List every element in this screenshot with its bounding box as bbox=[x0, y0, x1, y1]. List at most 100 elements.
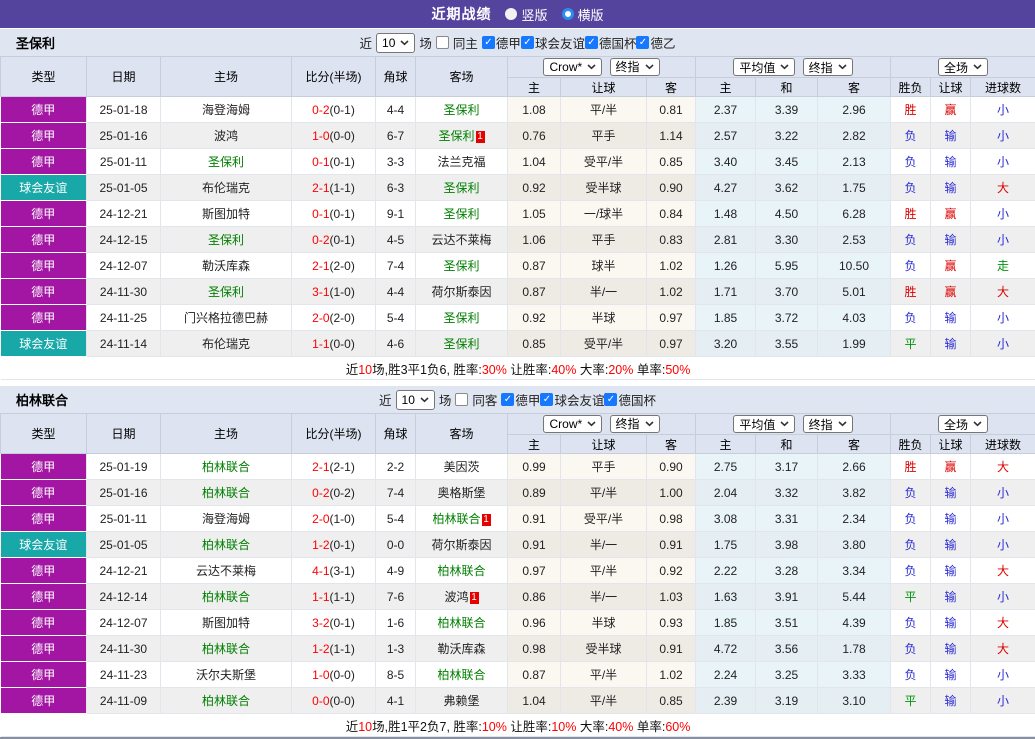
same-venue-checkbox[interactable] bbox=[455, 393, 468, 406]
radio-vertical-icon[interactable] bbox=[505, 8, 517, 20]
league-filter[interactable]: 德乙 bbox=[636, 33, 675, 52]
odds-index-select[interactable]: 终指 bbox=[610, 58, 660, 76]
league-filter[interactable]: 德甲 bbox=[501, 390, 540, 409]
match-score: 4-1(3-1) bbox=[292, 558, 376, 584]
match-score: 2-0(1-0) bbox=[292, 506, 376, 532]
col-away: 客场 bbox=[416, 414, 508, 454]
corner-score: 8-5 bbox=[376, 662, 416, 688]
league-checkbox[interactable] bbox=[604, 393, 617, 406]
result-wdl: 负 bbox=[891, 123, 931, 149]
odds-company-select[interactable]: Crow* bbox=[543, 415, 602, 433]
team-link: 柏林联合 bbox=[202, 590, 250, 604]
match-row: 德甲24-12-07勒沃库森2-1(2-0)7-4圣保利0.87球半1.021.… bbox=[1, 253, 1035, 279]
league-checkbox[interactable] bbox=[501, 393, 514, 406]
match-type-badge: 德甲 bbox=[1, 688, 87, 714]
avg-draw: 3.51 bbox=[756, 610, 818, 636]
match-type-badge: 德甲 bbox=[1, 279, 87, 305]
result-wdl: 负 bbox=[891, 480, 931, 506]
avg-draw: 3.70 bbox=[756, 279, 818, 305]
team-link: 门兴格拉德巴赫 bbox=[184, 311, 268, 325]
league-filter[interactable]: 球会友谊 bbox=[540, 390, 604, 409]
col-result-goals: 进球数 bbox=[971, 78, 1035, 97]
result-goals: 小 bbox=[971, 201, 1035, 227]
filter-bar: 圣保利 近 10 场 同主 德甲球会友谊德国杯德乙 bbox=[0, 28, 1035, 56]
match-type-badge: 球会友谊 bbox=[1, 175, 87, 201]
result-wdl: 负 bbox=[891, 253, 931, 279]
half-score: (0-0) bbox=[330, 668, 355, 682]
match-score: 0-0(0-0) bbox=[292, 688, 376, 714]
team-link: 波鸿 bbox=[444, 590, 468, 604]
odds-home: 0.87 bbox=[508, 253, 561, 279]
handicap-line: 受半球 bbox=[561, 636, 647, 662]
scope-select[interactable]: 全场 bbox=[938, 415, 988, 433]
away-team: 圣保利 bbox=[416, 97, 508, 123]
odds-index-select[interactable]: 终指 bbox=[610, 415, 660, 433]
result-handicap: 输 bbox=[931, 331, 971, 357]
avg-draw: 3.31 bbox=[756, 506, 818, 532]
match-date: 24-11-30 bbox=[87, 636, 161, 662]
avg-company-select[interactable]: 平均值 bbox=[733, 415, 795, 433]
avg-home: 3.40 bbox=[696, 149, 756, 175]
chevron-down-icon bbox=[645, 421, 654, 427]
result-wdl: 平 bbox=[891, 688, 931, 714]
league-filter[interactable]: 德国杯 bbox=[604, 390, 656, 409]
layout-option-vertical[interactable]: 竖版 bbox=[505, 5, 547, 24]
col-avg-home: 主 bbox=[696, 78, 756, 97]
full-score: 2-1 bbox=[312, 460, 329, 474]
half-score: (0-1) bbox=[330, 207, 355, 221]
avg-index-select[interactable]: 终指 bbox=[803, 415, 853, 433]
league-checkbox[interactable] bbox=[521, 36, 534, 49]
match-date: 25-01-16 bbox=[87, 480, 161, 506]
match-type-badge: 德甲 bbox=[1, 227, 87, 253]
result-wdl: 负 bbox=[891, 662, 931, 688]
handicap-line: 半/一 bbox=[561, 532, 647, 558]
chevron-down-icon bbox=[973, 64, 982, 70]
team-link: 沃尔夫斯堡 bbox=[196, 668, 256, 682]
league-filter-group: 德甲球会友谊德国杯 bbox=[501, 390, 656, 409]
full-score: 1-2 bbox=[312, 538, 329, 552]
same-venue-checkbox[interactable] bbox=[436, 36, 449, 49]
league-filter[interactable]: 球会友谊 bbox=[521, 33, 585, 52]
col-result-goals: 进球数 bbox=[971, 435, 1035, 454]
summary-stat-value: 60% bbox=[665, 720, 690, 734]
handicap-line: 平手 bbox=[561, 227, 647, 253]
odds-company-select[interactable]: Crow* bbox=[543, 58, 602, 76]
avg-away: 4.39 bbox=[818, 610, 891, 636]
result-goals: 小 bbox=[971, 305, 1035, 331]
result-handicap: 输 bbox=[931, 688, 971, 714]
corner-score: 3-3 bbox=[376, 149, 416, 175]
league-label: 德甲 bbox=[515, 390, 540, 409]
result-goals: 大 bbox=[971, 279, 1035, 305]
team-link: 荷尔斯泰因 bbox=[431, 285, 491, 299]
odds-home: 0.76 bbox=[508, 123, 561, 149]
avg-away: 2.34 bbox=[818, 506, 891, 532]
match-date: 24-12-07 bbox=[87, 610, 161, 636]
avg-home: 2.75 bbox=[696, 454, 756, 480]
league-checkbox[interactable] bbox=[636, 36, 649, 49]
odds-away: 0.85 bbox=[647, 149, 696, 175]
avg-index-select[interactable]: 终指 bbox=[803, 58, 853, 76]
match-row: 德甲24-11-09柏林联合0-0(0-0)4-1弗赖堡1.04平/半0.852… bbox=[1, 688, 1035, 714]
team-link: 圣保利 bbox=[208, 285, 244, 299]
match-type-badge: 球会友谊 bbox=[1, 331, 87, 357]
layout-option-horizontal[interactable]: 横版 bbox=[562, 5, 604, 24]
team-link: 云达不莱梅 bbox=[431, 233, 491, 247]
col-avg-draw: 和 bbox=[756, 78, 818, 97]
league-checkbox[interactable] bbox=[540, 393, 553, 406]
chevron-down-icon bbox=[780, 64, 789, 70]
scope-select[interactable]: 全场 bbox=[938, 58, 988, 76]
handicap-line: 平手 bbox=[561, 123, 647, 149]
radio-horizontal-icon[interactable] bbox=[562, 8, 574, 20]
summary-text: 让胜率: bbox=[507, 363, 551, 377]
home-team: 布伦瑞克 bbox=[161, 175, 292, 201]
avg-company-select[interactable]: 平均值 bbox=[733, 58, 795, 76]
match-count-select[interactable]: 10 bbox=[376, 33, 415, 53]
league-filter[interactable]: 德甲 bbox=[482, 33, 521, 52]
league-checkbox[interactable] bbox=[585, 36, 598, 49]
league-filter[interactable]: 德国杯 bbox=[585, 33, 637, 52]
match-row: 德甲24-12-21斯图加特0-1(0-1)9-1圣保利1.05一/球半0.84… bbox=[1, 201, 1035, 227]
odds-away: 0.91 bbox=[647, 532, 696, 558]
summary-stat-value: 40% bbox=[608, 720, 633, 734]
match-count-select[interactable]: 10 bbox=[396, 390, 435, 410]
league-checkbox[interactable] bbox=[482, 36, 495, 49]
